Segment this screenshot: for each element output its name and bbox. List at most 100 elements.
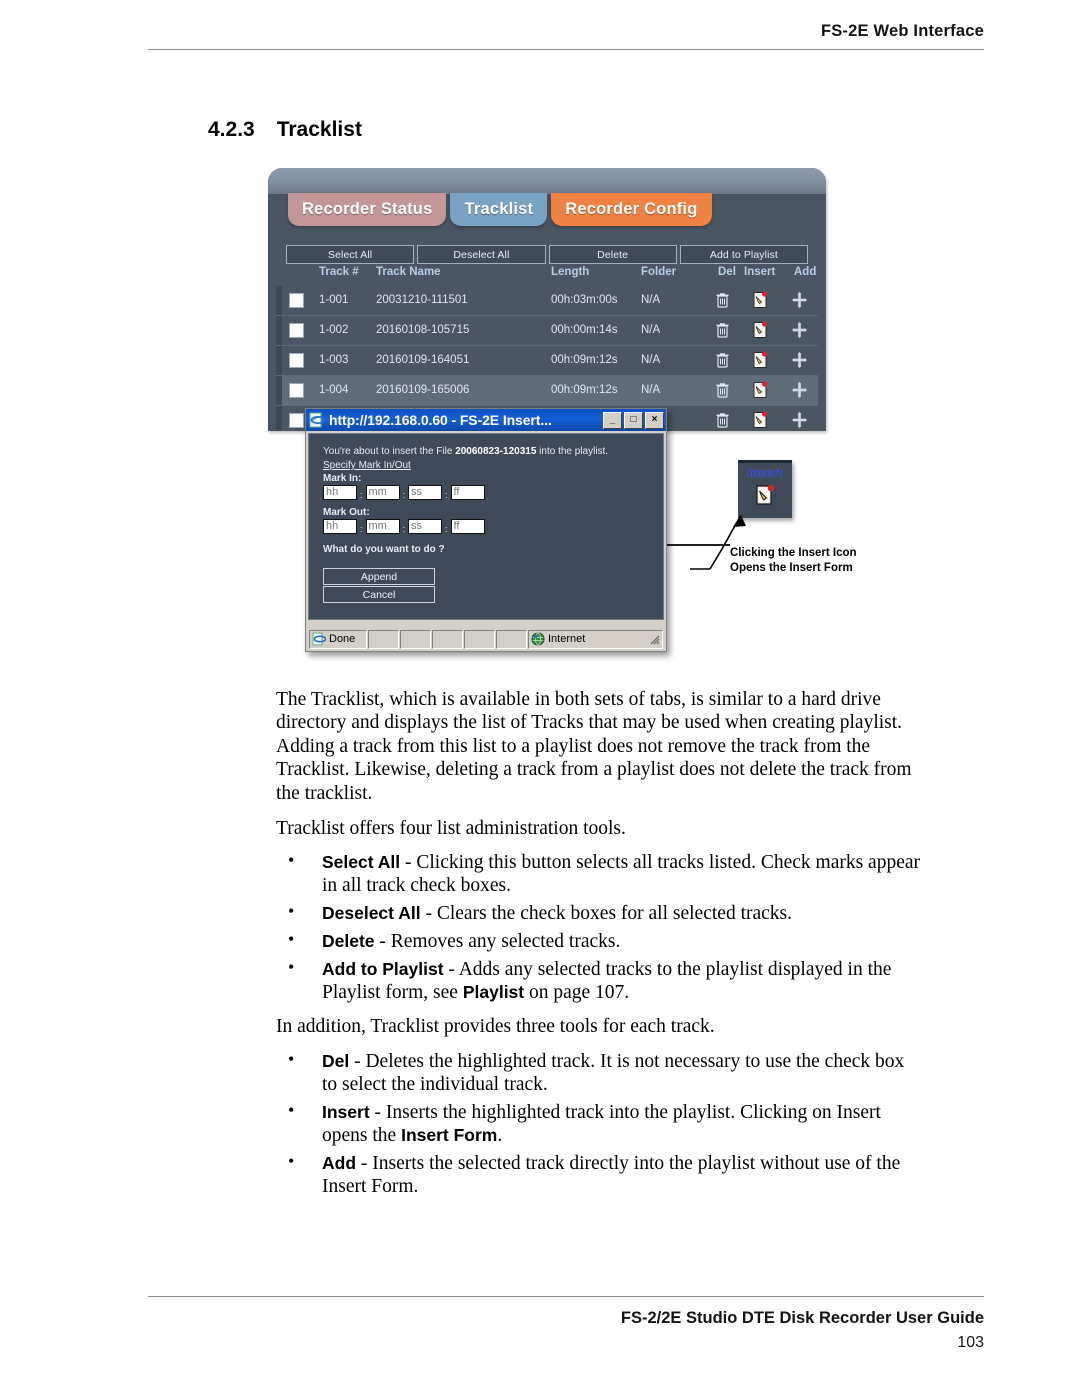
status-pad-cell bbox=[368, 629, 399, 649]
column-header-del: Del bbox=[718, 266, 736, 278]
insert-form-dialog[interactable]: http://192.168.0.60 - FS-2E Insert... _ … bbox=[305, 408, 667, 652]
fs2e-web-panel: Recorder Status Tracklist Recorder Confi… bbox=[268, 168, 826, 431]
row-accent-bar bbox=[276, 406, 282, 431]
row-checkbox[interactable] bbox=[289, 413, 304, 428]
mark-out-seconds-field[interactable] bbox=[408, 519, 443, 534]
list-item-term: Add to Playlist bbox=[322, 959, 444, 980]
resize-grip-icon[interactable] bbox=[648, 633, 660, 645]
row-accent-bar bbox=[276, 286, 282, 315]
internet-explorer-icon bbox=[312, 632, 326, 646]
callout-line-1: Clicking the Insert Icon bbox=[730, 547, 857, 559]
track-tools-list: Del - Deletes the highlighted track. It … bbox=[276, 1049, 924, 1198]
list-item-term-2: Playlist bbox=[462, 982, 525, 1003]
mark-out-minutes-field[interactable] bbox=[365, 519, 400, 534]
list-item-term: Select All bbox=[322, 852, 401, 873]
delete-icon[interactable] bbox=[714, 411, 731, 429]
cell-track-number: 1-004 bbox=[319, 384, 349, 396]
tab-recorder-config-label: Recorder Config bbox=[565, 200, 698, 218]
cell-track-name: 20160109-164051 bbox=[376, 354, 470, 366]
table-row[interactable]: 1-001 20031210-111501 00h:03m:00s N/A bbox=[276, 286, 818, 316]
cell-length: 00h:03m:00s bbox=[551, 294, 618, 306]
row-checkbox[interactable] bbox=[289, 323, 304, 338]
dialog-title: http://192.168.0.60 - FS-2E Insert... bbox=[329, 412, 552, 428]
delete-icon[interactable] bbox=[714, 321, 731, 339]
dialog-titlebar[interactable]: http://192.168.0.60 - FS-2E Insert... _ … bbox=[306, 409, 666, 431]
list-item-term-2: Insert Form bbox=[401, 1124, 498, 1145]
header-title: FS-2E Web Interface bbox=[820, 22, 984, 40]
delete-icon[interactable] bbox=[714, 291, 731, 309]
dialog-intro-text: You're about to insert the File 20060823… bbox=[323, 446, 608, 457]
minimize-button[interactable]: _ bbox=[603, 411, 622, 429]
footer-title: FS-2/2E Studio DTE Disk Recorder User Gu… bbox=[620, 1309, 984, 1327]
paragraph-2: Tracklist offers four list administratio… bbox=[276, 817, 626, 839]
table-row[interactable]: 1-003 20160109-164051 00h:09m:12s N/A bbox=[276, 346, 818, 376]
list-item-term: Add bbox=[322, 1152, 357, 1173]
row-checkbox[interactable] bbox=[289, 293, 304, 308]
mark-out-frames-field[interactable] bbox=[450, 519, 485, 534]
column-header-add: Add bbox=[794, 266, 817, 278]
footer-divider bbox=[148, 1296, 984, 1297]
mark-in-label: Mark In: bbox=[323, 473, 362, 484]
select-all-button[interactable]: Select All bbox=[286, 245, 415, 264]
column-header-length: Length bbox=[551, 266, 590, 278]
row-accent-bar bbox=[276, 346, 282, 375]
cell-track-number: 1-001 bbox=[319, 294, 349, 306]
close-button[interactable]: × bbox=[645, 411, 664, 429]
cancel-button[interactable]: Cancel bbox=[323, 586, 435, 603]
row-checkbox[interactable] bbox=[289, 383, 304, 398]
status-zone-label: Internet bbox=[548, 633, 586, 645]
insert-icon[interactable] bbox=[752, 411, 769, 429]
row-checkbox[interactable] bbox=[289, 353, 304, 368]
mark-in-frames-field[interactable] bbox=[450, 485, 485, 500]
header-divider bbox=[148, 49, 984, 50]
status-pad-cell bbox=[432, 629, 463, 649]
insert-icon[interactable] bbox=[752, 351, 769, 369]
list-item-term: Insert bbox=[322, 1101, 370, 1122]
add-icon[interactable] bbox=[791, 411, 808, 429]
list-item-desc-2: . bbox=[497, 1124, 503, 1146]
delete-button[interactable]: Delete bbox=[548, 245, 677, 264]
add-icon[interactable] bbox=[791, 321, 808, 339]
dialog-question: What do you want to do ? bbox=[323, 544, 445, 555]
tab-recorder-config[interactable]: Recorder Config bbox=[551, 193, 712, 226]
insert-icon[interactable] bbox=[752, 321, 769, 339]
internet-explorer-icon bbox=[309, 412, 325, 428]
add-icon[interactable] bbox=[791, 351, 808, 369]
dialog-body: You're about to insert the File 20060823… bbox=[308, 433, 664, 620]
mark-in-minutes-field[interactable] bbox=[365, 485, 400, 500]
paragraph-3: In addition, Tracklist provides three to… bbox=[276, 1016, 715, 1038]
tab-tracklist[interactable]: Tracklist bbox=[450, 193, 548, 226]
list-item-desc: - Clears the check boxes for all selecte… bbox=[420, 903, 793, 925]
maximize-button[interactable]: □ bbox=[624, 411, 643, 429]
delete-icon[interactable] bbox=[714, 351, 731, 369]
column-header-insert: Insert bbox=[744, 266, 776, 278]
cell-folder: N/A bbox=[641, 354, 661, 366]
column-header-track-name: Track Name bbox=[376, 266, 441, 278]
mark-out-hours-field[interactable] bbox=[323, 519, 357, 534]
mark-in-seconds-field[interactable] bbox=[408, 485, 443, 500]
add-to-playlist-button[interactable]: Add to Playlist bbox=[679, 245, 808, 264]
insert-icon[interactable] bbox=[752, 381, 769, 399]
add-icon[interactable] bbox=[791, 291, 808, 309]
list-item-desc: - Deletes the highlighted track. It is n… bbox=[322, 1050, 905, 1095]
figure-tracklist-screenshot: Recorder Status Tracklist Recorder Confi… bbox=[268, 168, 857, 668]
cell-folder: N/A bbox=[641, 294, 661, 306]
table-row[interactable]: 1-002 20160108-105715 00h:00m:14s N/A bbox=[276, 316, 818, 346]
cell-track-name: 20031210-111501 bbox=[376, 294, 468, 306]
add-icon[interactable] bbox=[791, 381, 808, 399]
column-header-track-number: Track # bbox=[319, 266, 359, 278]
list-item-desc: - Inserts the selected track directly in… bbox=[322, 1152, 901, 1197]
row-accent-bar bbox=[276, 316, 282, 345]
mark-in-timecode-group: : : : bbox=[323, 485, 485, 500]
tracklist-column-headers: Track # Track Name Length Folder Del Ins… bbox=[286, 266, 817, 284]
mark-in-hours-field[interactable] bbox=[323, 485, 357, 500]
tab-recorder-status[interactable]: Recorder Status bbox=[288, 193, 447, 226]
deselect-all-button[interactable]: Deselect All bbox=[417, 245, 546, 264]
insert-icon[interactable] bbox=[752, 291, 769, 309]
append-button[interactable]: Append bbox=[323, 568, 435, 585]
table-row[interactable]: 1-004 20160109-165006 00h:09m:12s N/A bbox=[276, 376, 818, 406]
specify-mark-in-out-link[interactable]: Specify Mark In/Out bbox=[323, 460, 411, 471]
globe-icon bbox=[531, 632, 545, 646]
status-done-cell: Done bbox=[309, 629, 367, 649]
delete-icon[interactable] bbox=[714, 381, 731, 399]
